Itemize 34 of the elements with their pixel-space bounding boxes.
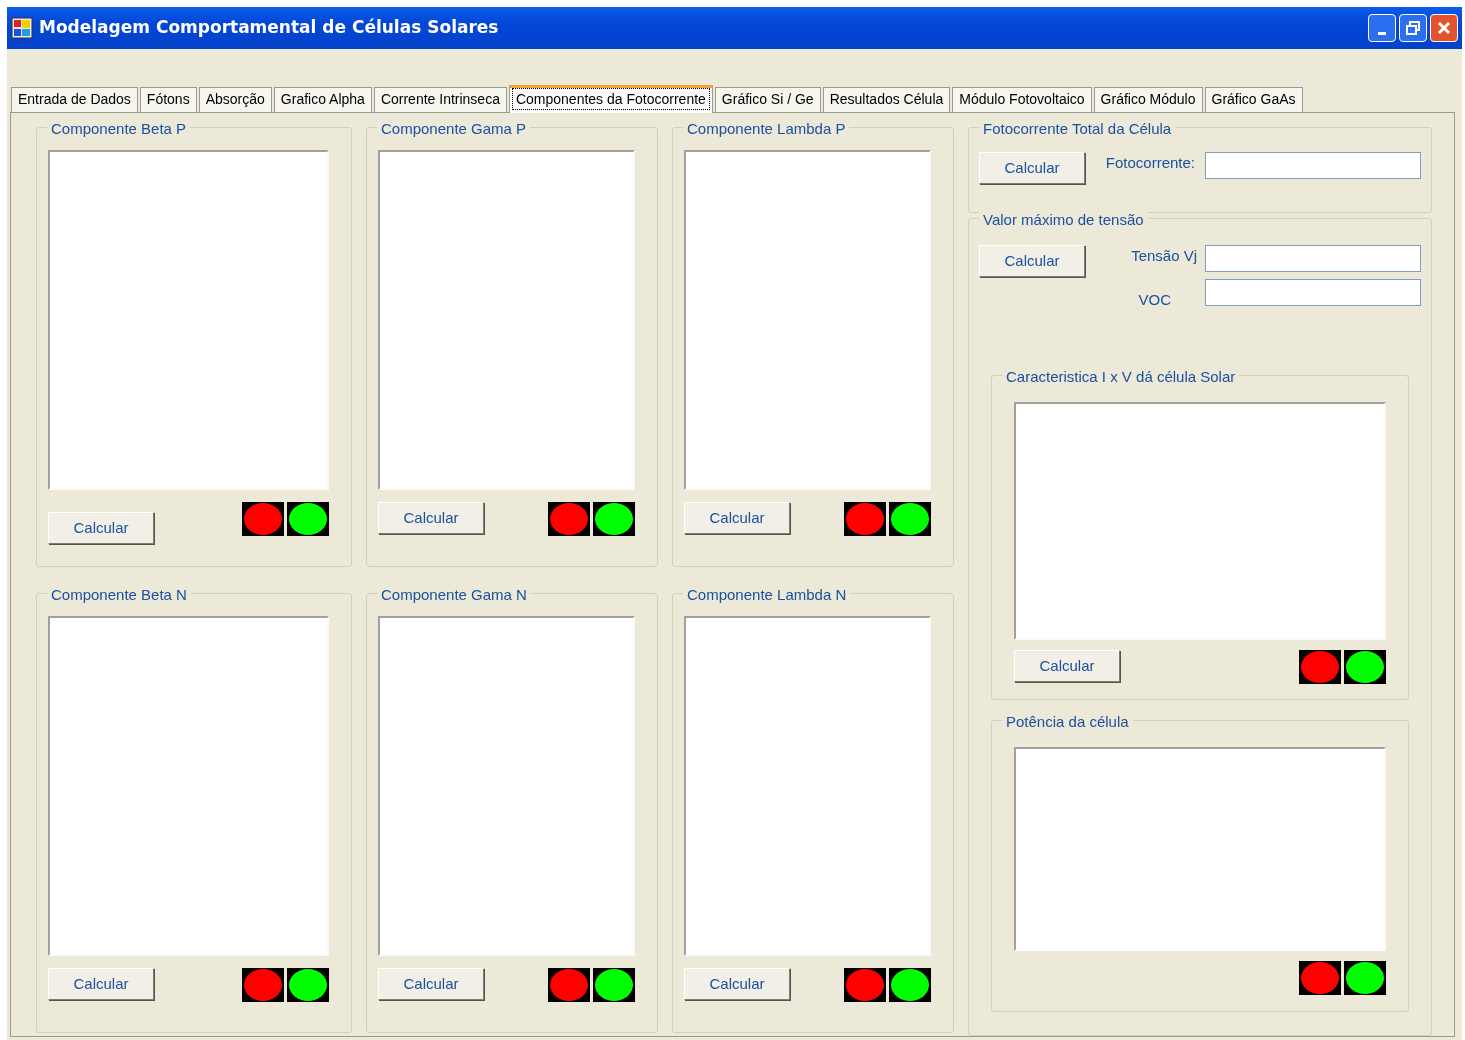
tab[interactable]: Corrente Intrinseca (373, 87, 507, 112)
calculate-button[interactable]: Calcular (684, 502, 790, 534)
calculate-button[interactable]: Calcular (378, 502, 484, 534)
calculate-button[interactable]: Calcular (378, 968, 484, 1000)
tab[interactable]: Gráfico GaAs (1204, 87, 1303, 112)
calculate-button[interactable]: Calcular (979, 152, 1085, 184)
calculate-button[interactable]: Calcular (48, 512, 154, 544)
restore-icon (1405, 20, 1421, 36)
close-button[interactable] (1430, 14, 1458, 42)
tab[interactable]: Grafico Alpha (273, 87, 372, 112)
tab[interactable]: Gráfico Módulo (1093, 87, 1203, 112)
calculate-button[interactable]: Calcular (684, 968, 790, 1000)
tab[interactable]: Absorção (198, 87, 272, 112)
window-title: Modelagem Comportamental de Células Solares (39, 16, 499, 40)
input-field[interactable] (1205, 152, 1421, 179)
app-icon (11, 17, 33, 39)
tab[interactable]: Gráfico Si / Ge (714, 87, 821, 112)
tab[interactable]: Componentes da Fotocorrente (508, 85, 713, 113)
field-label: Fotocorrente: (1105, 153, 1195, 173)
calculate-button[interactable]: Calcular (1014, 650, 1120, 683)
input-field[interactable] (1205, 278, 1421, 306)
field-label: Tensão Vj (1131, 245, 1197, 266)
tab[interactable]: Módulo Fotovoltaico (952, 87, 1092, 112)
calculate-button[interactable]: Calcular (48, 968, 154, 1000)
restore-button[interactable] (1399, 14, 1427, 42)
minimize-button[interactable] (1368, 14, 1396, 42)
tab[interactable]: Entrada de Dados (11, 87, 138, 112)
tab[interactable]: Fótons (139, 87, 197, 112)
tab[interactable]: Resultados Célula (822, 87, 951, 112)
field-label: VOC (1138, 289, 1171, 310)
input-field[interactable] (1205, 244, 1421, 272)
minimize-icon (1378, 31, 1386, 35)
close-icon (1436, 20, 1452, 36)
calculate-button[interactable]: Calcular (979, 244, 1085, 277)
